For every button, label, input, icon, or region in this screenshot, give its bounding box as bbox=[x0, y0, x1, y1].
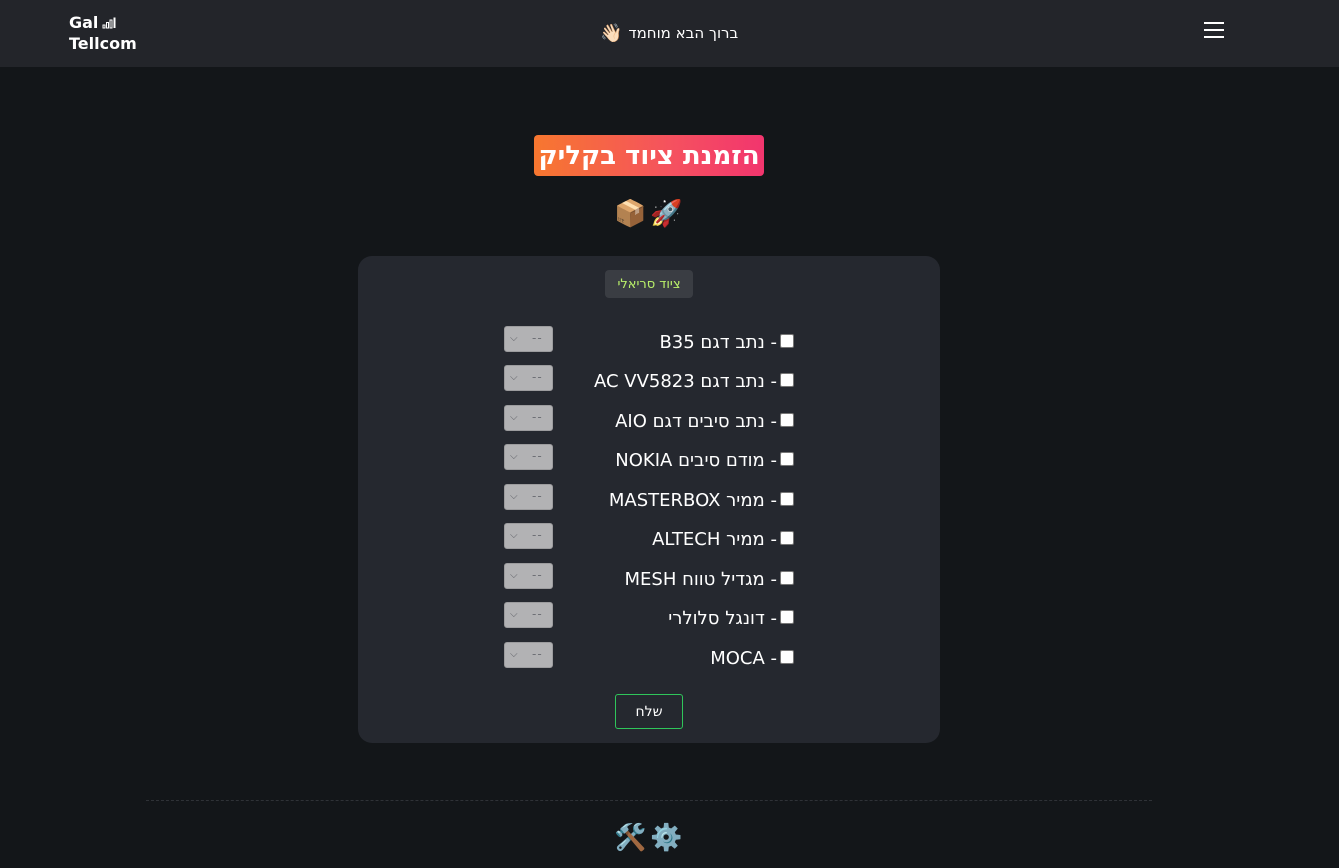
item-label: - דונגל סלולרי bbox=[668, 608, 777, 629]
item-checkbox[interactable] bbox=[780, 334, 794, 348]
brand-line-2: Tellcom bbox=[69, 34, 137, 53]
quantity-value: -- bbox=[532, 489, 543, 503]
item-checkbox[interactable] bbox=[780, 452, 794, 466]
top-navbar: Gal Tellcom ברוך הבא מוחמד 👋🏻 bbox=[0, 0, 1339, 67]
quantity-select[interactable]: ⌵ -- bbox=[504, 642, 553, 668]
welcome-text: ברוך הבא מוחמד bbox=[628, 24, 739, 42]
equipment-item-mesh: - מגדיל טווח MESH ⌵ -- bbox=[504, 563, 794, 597]
brand-line-1: Gal bbox=[69, 13, 99, 32]
chevron-down-icon: ⌵ bbox=[510, 333, 518, 344]
item-checkbox[interactable] bbox=[780, 413, 794, 427]
quantity-value: -- bbox=[532, 410, 543, 424]
equipment-order-card: ציוד סריאלי - נתב דגם B35 ⌵ -- - נתב דגם … bbox=[358, 256, 940, 743]
chevron-down-icon: ⌵ bbox=[510, 530, 518, 541]
item-label: - נתב סיבים דגם AIO bbox=[615, 411, 777, 432]
page-title: הזמנת ציוד בקליק bbox=[534, 135, 764, 176]
item-checkbox[interactable] bbox=[780, 531, 794, 545]
item-label: - מודם סיבים NOKIA bbox=[615, 450, 777, 471]
item-label: - נתב דגם B35 bbox=[659, 332, 777, 353]
quantity-select[interactable]: ⌵ -- bbox=[504, 563, 553, 589]
item-label: - ממיר MASTERBOX bbox=[608, 490, 777, 511]
package-rocket-icons: 📦🚀 bbox=[614, 199, 687, 229]
item-label: - נתב דגם AC VV5823 bbox=[593, 371, 777, 392]
quantity-value: -- bbox=[532, 331, 543, 345]
chevron-down-icon: ⌵ bbox=[510, 491, 518, 502]
chevron-down-icon: ⌵ bbox=[510, 570, 518, 581]
equipment-item-altech: - ממיר ALTECH ⌵ -- bbox=[504, 523, 794, 557]
quantity-value: -- bbox=[532, 370, 543, 384]
tools-gear-icons: 🛠️⚙️ bbox=[614, 823, 687, 853]
equipment-item-nokia: - מודם סיבים NOKIA ⌵ -- bbox=[504, 444, 794, 478]
quantity-value: -- bbox=[532, 449, 543, 463]
chevron-down-icon: ⌵ bbox=[510, 451, 518, 462]
send-button[interactable]: שלח bbox=[615, 694, 683, 729]
equipment-item-ac-vv5823: - נתב דגם AC VV5823 ⌵ -- bbox=[504, 365, 794, 399]
quantity-value: -- bbox=[532, 528, 543, 542]
quantity-select[interactable]: ⌵ -- bbox=[504, 484, 553, 510]
item-checkbox[interactable] bbox=[780, 373, 794, 387]
quantity-value: -- bbox=[532, 568, 543, 582]
quantity-select[interactable]: ⌵ -- bbox=[504, 326, 553, 352]
item-label: - MOCA bbox=[710, 648, 777, 669]
item-label: - מגדיל טווח MESH bbox=[624, 569, 777, 590]
equipment-item-dongle: - דונגל סלולרי ⌵ -- bbox=[504, 602, 794, 636]
serial-equipment-tag: ציוד סריאלי bbox=[605, 270, 693, 298]
equipment-item-masterbox: - ממיר MASTERBOX ⌵ -- bbox=[504, 484, 794, 518]
item-checkbox[interactable] bbox=[780, 610, 794, 624]
item-checkbox[interactable] bbox=[780, 650, 794, 664]
chevron-down-icon: ⌵ bbox=[510, 649, 518, 660]
item-checkbox[interactable] bbox=[780, 571, 794, 585]
quantity-select[interactable]: ⌵ -- bbox=[504, 444, 553, 470]
footer-divider bbox=[146, 800, 1152, 801]
brand-logo[interactable]: Gal Tellcom bbox=[69, 12, 137, 54]
welcome-message: ברוך הבא מוחמד 👋🏻 bbox=[600, 21, 738, 45]
quantity-select[interactable]: ⌵ -- bbox=[504, 365, 553, 391]
quantity-select[interactable]: ⌵ -- bbox=[504, 523, 553, 549]
equipment-item-b35: - נתב דגם B35 ⌵ -- bbox=[504, 326, 794, 360]
hamburger-menu-icon[interactable] bbox=[1203, 20, 1227, 42]
quantity-value: -- bbox=[532, 647, 543, 661]
item-checkbox[interactable] bbox=[780, 492, 794, 506]
quantity-select[interactable]: ⌵ -- bbox=[504, 405, 553, 431]
waving-hand-icon: 👋🏻 bbox=[600, 22, 623, 44]
equipment-item-aio: - נתב סיבים דגם AIO ⌵ -- bbox=[504, 405, 794, 439]
signal-bars-icon bbox=[102, 17, 116, 29]
chevron-down-icon: ⌵ bbox=[510, 372, 518, 383]
quantity-select[interactable]: ⌵ -- bbox=[504, 602, 553, 628]
equipment-item-moca: - MOCA ⌵ -- bbox=[504, 642, 794, 676]
item-label: - ממיר ALTECH bbox=[652, 529, 777, 550]
quantity-value: -- bbox=[532, 607, 543, 621]
chevron-down-icon: ⌵ bbox=[510, 609, 518, 620]
chevron-down-icon: ⌵ bbox=[510, 412, 518, 423]
